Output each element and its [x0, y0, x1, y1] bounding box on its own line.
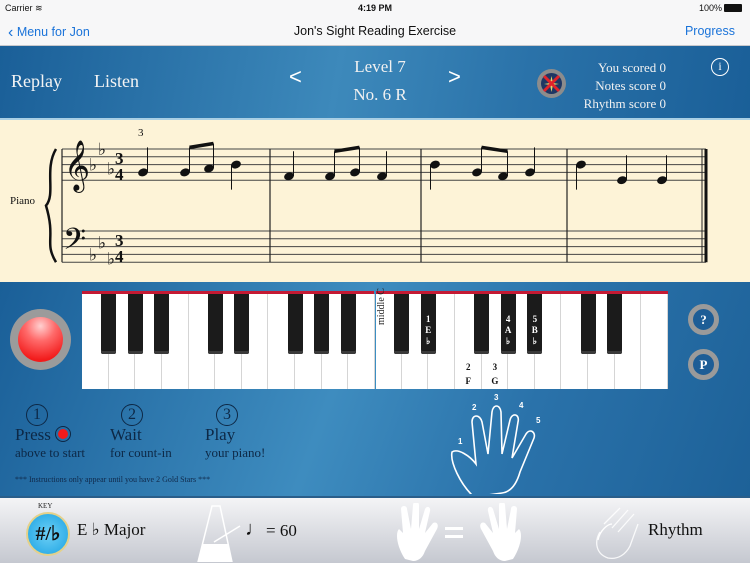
black-key-D-sharp[interactable] [607, 294, 623, 354]
bottom-toolbar: KEY #/♭ E ♭ Major ♩ = 60 Rhythm [0, 496, 750, 563]
flat-icon: ♭ [89, 156, 97, 175]
replay-button[interactable]: Replay [11, 71, 62, 92]
clock: 4:19 PM [357, 3, 392, 13]
rhythm-score: Rhythm score 0 [583, 96, 666, 111]
bass-clef-icon: 𝄢 [63, 223, 86, 264]
flat-icon: ♭ [98, 140, 106, 159]
sharp-flat-icon: #/♭ [35, 523, 61, 545]
instruction-step-3: 3 Play your piano! [205, 404, 266, 460]
piano-keyboard[interactable]: 1 E ♭ 4 A ♭ 5 B ♭ 2 F 3 G [82, 291, 668, 389]
previous-exercise-button[interactable]: < [289, 64, 302, 90]
time-signature-bottom: 4 [115, 165, 124, 184]
record-dot-icon [55, 426, 72, 442]
black-key-C-sharp[interactable] [394, 294, 410, 354]
black-key-F-sharp[interactable] [101, 294, 117, 354]
instruction-step-1: 1 Press above to start [15, 404, 86, 460]
finger-2-label: 2 [472, 403, 477, 412]
black-key-F-sharp[interactable] [474, 294, 490, 354]
instructions-note: *** Instructions only appear until you h… [15, 475, 211, 484]
black-key-D-sharp[interactable] [234, 294, 250, 354]
key-signature-button[interactable]: #/♭ [26, 512, 70, 556]
flat-icon: ♭ [107, 249, 115, 268]
treble-clef-icon: 𝄞 [64, 140, 90, 193]
level-label: Level 7 [354, 57, 406, 76]
finger-label: 5 B ♭ [531, 314, 538, 346]
finger-3-label: 3 [494, 393, 499, 402]
black-key-A-sharp[interactable]: 5 B ♭ [527, 294, 543, 354]
p-button[interactable]: P [688, 349, 719, 380]
flat-icon: ♭ [98, 234, 106, 253]
instruction-step-2: 2 Wait for count-in [110, 404, 172, 460]
listen-button[interactable]: Listen [94, 71, 139, 92]
page-title: Jon's Sight Reading Exercise [293, 24, 457, 38]
brace [44, 148, 58, 263]
white-key-F[interactable] [641, 294, 668, 389]
hands-together-icon[interactable] [395, 503, 525, 561]
beam [334, 145, 360, 154]
info-button[interactable]: i [711, 58, 729, 76]
key-label: E ♭ Major [77, 520, 146, 539]
instrument-label: Piano [10, 195, 36, 207]
black-key-C-sharp[interactable] [580, 294, 596, 354]
exercise-number: No. 6 R [353, 85, 407, 104]
status-bar: Carrier ≋ 4:19 PM 100% [0, 0, 750, 16]
tempo-value[interactable]: = 60 [266, 521, 297, 541]
grand-staff: 𝄞𝄢♭♭♭♭♭♭34343 [44, 127, 708, 268]
progress-button[interactable]: Progress [685, 24, 735, 38]
beam [189, 141, 214, 150]
black-key-F-sharp[interactable] [287, 294, 303, 354]
clapping-hands-icon[interactable] [590, 502, 645, 560]
help-button[interactable]: ? [688, 304, 719, 335]
hand-fingering-icon: 1 2 3 4 5 [450, 393, 541, 494]
black-key-C-sharp[interactable] [207, 294, 223, 354]
record-button[interactable] [10, 309, 71, 370]
fingering-number: 3 [138, 127, 144, 139]
rhythm-label[interactable]: Rhythm [648, 520, 703, 540]
flat-icon: ♭ [107, 160, 115, 179]
notes-score: Notes score 0 [595, 78, 666, 93]
metronome-icon[interactable] [196, 504, 244, 562]
black-key-A-sharp[interactable] [340, 294, 356, 354]
black-key-G-sharp[interactable]: 4 A ♭ [500, 294, 516, 354]
beam [481, 145, 508, 154]
black-key-A-sharp[interactable] [154, 294, 170, 354]
finger-label: 4 A ♭ [504, 314, 512, 346]
record-icon [18, 317, 63, 362]
quarter-note-icon: ♩ [245, 518, 265, 540]
finger-label: 3G [491, 362, 499, 386]
finger-5-label: 5 [536, 416, 541, 425]
battery-icon [724, 4, 742, 12]
next-exercise-button[interactable]: > [448, 64, 461, 90]
finger-4-label: 4 [519, 401, 524, 410]
finger-label: 1 E ♭ [425, 314, 432, 346]
black-key-D-sharp[interactable]: 1 E ♭ [420, 294, 436, 354]
black-key-G-sharp[interactable] [127, 294, 143, 354]
black-key-G-sharp[interactable] [314, 294, 330, 354]
navigation-bar: ‹ Menu for Jon Jon's Sight Reading Exerc… [0, 16, 750, 46]
finger-label: 2F [465, 362, 471, 386]
battery-indicator: 100% [699, 3, 742, 13]
total-score: You scored 0 [597, 60, 666, 75]
time-signature-bottom: 4 [115, 247, 124, 266]
finger-1-label: 1 [458, 437, 463, 446]
sheet-music: 𝄞 𝄢 ♭ ♭ ♭ ♭ ♭ ♭ 3 4 3 4 3 Piano [0, 118, 750, 282]
flat-icon: ♭ [89, 245, 97, 264]
star-badge-icon [537, 69, 566, 98]
middle-c-label: middle C [376, 288, 387, 325]
key-badge-label: KEY [38, 502, 53, 510]
exercise-toolbar: Replay Listen < Level 7 No. 6 R > You sc… [0, 46, 750, 118]
